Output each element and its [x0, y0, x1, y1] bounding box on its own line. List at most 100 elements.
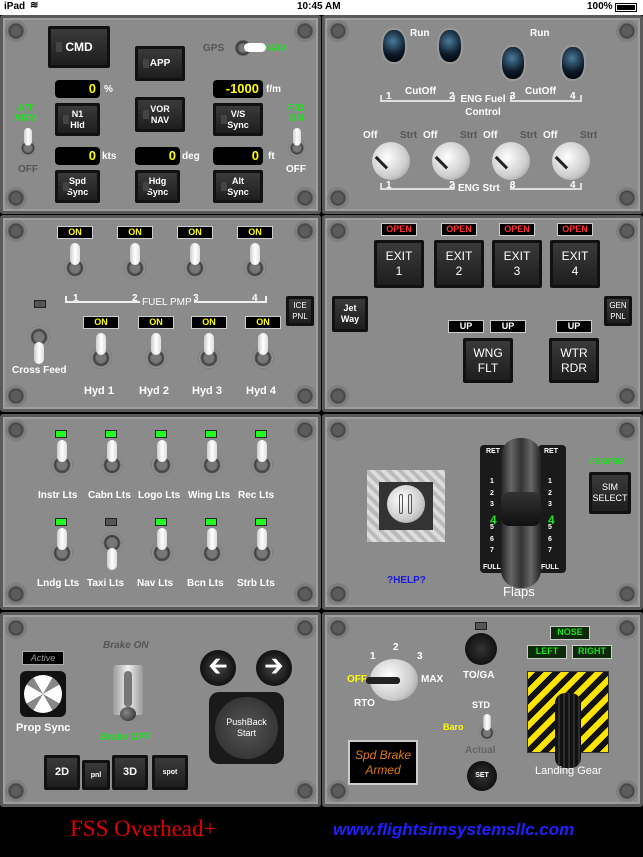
brake-on-label: Brake ON	[103, 640, 149, 651]
light-toggle[interactable]	[201, 528, 223, 568]
fuel-lever-1[interactable]	[381, 28, 407, 64]
screw	[330, 190, 346, 206]
wing-flt-up-indicator-2: UP	[490, 320, 526, 333]
engine-starter-knob-3[interactable]	[492, 142, 530, 180]
fuel-pump-toggle-2[interactable]	[124, 243, 146, 283]
vs-sync-button[interactable]: V/S Sync	[213, 103, 263, 136]
autobrake-2-label: 2	[393, 642, 399, 653]
baro-std-toggle[interactable]	[478, 714, 496, 744]
light-indicator	[105, 518, 117, 526]
hyd-pump-toggle-1[interactable]	[90, 333, 112, 373]
flaps-lever-handle[interactable]	[501, 492, 541, 526]
screw	[619, 783, 635, 799]
cmd-button[interactable]: CMD	[48, 26, 110, 68]
ice-panel-button[interactable]: ICE PNL	[286, 296, 314, 326]
gps-nav-switch[interactable]	[234, 38, 266, 58]
fd-toggle[interactable]	[288, 128, 306, 160]
starter-off-label: Off	[363, 130, 378, 141]
light-label: Instr Lts	[38, 490, 78, 501]
alt-sync-button[interactable]: Alt Sync	[213, 170, 263, 203]
fuel-pump-on-indicator: ON	[237, 226, 273, 239]
help-link[interactable]: ?HELP?	[387, 575, 426, 586]
prop-sync-button[interactable]	[20, 671, 66, 717]
app-button[interactable]: APP	[135, 46, 185, 81]
wing-flt-button[interactable]: WNG FLT	[463, 338, 513, 383]
engine-starter-knob-2[interactable]	[432, 142, 470, 180]
starter-off-label: Off	[483, 130, 498, 141]
light-toggle[interactable]	[151, 440, 173, 480]
light-indicator	[155, 518, 167, 526]
fuel-pump-toggle-1[interactable]	[64, 243, 86, 283]
pushback-left-button[interactable]: 🡰	[200, 650, 236, 686]
hyd-pump-toggle-4[interactable]	[252, 333, 274, 373]
fuel-lever-3[interactable]	[500, 45, 526, 81]
parking-brake-lever[interactable]	[113, 665, 143, 721]
wifi-icon: ≋	[30, 0, 39, 11]
toga-label: TO/GA	[463, 670, 495, 681]
autobrake-knob[interactable]	[366, 659, 418, 701]
light-toggle[interactable]	[51, 528, 73, 568]
pause-icon	[387, 485, 425, 523]
speed-display: 0	[55, 147, 100, 165]
light-toggle[interactable]	[51, 440, 73, 480]
toga-button[interactable]	[465, 633, 497, 665]
sim-select-button[interactable]: SIM SELECT	[589, 472, 631, 514]
light-toggle[interactable]	[151, 528, 173, 568]
light-toggle[interactable]	[101, 440, 123, 480]
website-link[interactable]: www.flightsimsystemsllc.com	[333, 820, 574, 840]
view-spot-button[interactable]: spot	[152, 755, 188, 790]
light-toggle[interactable]	[251, 528, 273, 568]
sim-label: FSX/P3D	[590, 457, 624, 466]
spd-sync-button[interactable]: Spd Sync	[55, 170, 100, 203]
screw	[619, 388, 635, 404]
strt-num: 1	[386, 180, 392, 191]
light-label: Bcn Lts	[187, 578, 224, 589]
exit-3-button[interactable]: EXIT 3	[492, 240, 542, 288]
fuel-pump-toggle-3[interactable]	[184, 243, 206, 283]
light-toggle[interactable]	[201, 440, 223, 480]
n1-hld-button[interactable]: N1 Hld	[55, 103, 100, 136]
altimeter-set-button[interactable]: SET	[467, 761, 497, 791]
exit-1-button[interactable]: EXIT 1	[374, 240, 424, 288]
flaps-detent-label: 2	[548, 489, 552, 497]
hdg-sync-button[interactable]: Hdg Sync	[135, 170, 180, 203]
exit-2-button[interactable]: EXIT 2	[434, 240, 484, 288]
hyd-pump-toggle-3[interactable]	[198, 333, 220, 373]
light-indicator	[255, 518, 267, 526]
fuel-pmp-label: FUEL PMP	[140, 297, 194, 308]
flaps-detent-label: 7	[548, 547, 552, 554]
gen-panel-button[interactable]: GEN PNL	[604, 296, 632, 326]
water-rudder-button[interactable]: WTR RDR	[549, 338, 599, 383]
landing-gear-lever[interactable]	[555, 693, 581, 768]
vor-nav-button[interactable]: VOR NAV	[135, 97, 185, 132]
cross-feed-toggle[interactable]	[28, 322, 50, 364]
fuel-lever-4[interactable]	[560, 45, 586, 81]
engine-starter-knob-4[interactable]	[552, 142, 590, 180]
screw	[330, 422, 346, 438]
pushback-right-button[interactable]: 🡲	[256, 650, 292, 686]
screw	[619, 620, 635, 636]
view-3d-button[interactable]: 3D	[112, 755, 148, 790]
exit-4-button[interactable]: EXIT 4	[550, 240, 600, 288]
fuel-lever-2[interactable]	[437, 28, 463, 64]
at-arm-label: A/T ARM	[14, 103, 37, 124]
at-arm-toggle[interactable]	[19, 128, 37, 160]
screw	[619, 223, 635, 239]
fuel-pump-toggle-4[interactable]	[244, 243, 266, 283]
light-label: Cabn Lts	[88, 490, 131, 501]
jet-way-button[interactable]: Jet Way	[332, 296, 368, 332]
fuel-pump-on-indicator: ON	[57, 226, 93, 239]
run-label-34: Run	[530, 28, 550, 39]
pause-button[interactable]	[367, 470, 445, 542]
hyd-pump-toggle-2[interactable]	[145, 333, 167, 373]
arrow-right-icon: 🡲	[264, 653, 284, 680]
light-indicator	[205, 430, 217, 438]
light-toggle[interactable]	[251, 440, 273, 480]
engine-starter-knob-1[interactable]	[372, 142, 410, 180]
pushback-start-button[interactable]: PushBack Start	[209, 692, 284, 764]
flaps-label: Flaps	[503, 584, 535, 599]
light-toggle[interactable]	[101, 528, 123, 570]
view-2d-button[interactable]: 2D	[44, 755, 80, 790]
light-label: Lndg Lts	[37, 578, 80, 589]
view-pnl-button[interactable]: pnl	[82, 760, 110, 790]
